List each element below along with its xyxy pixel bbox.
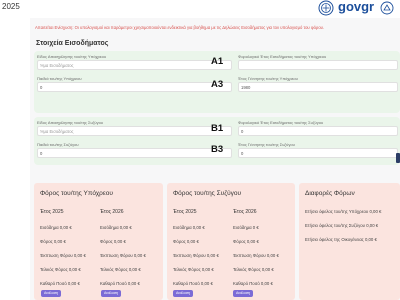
spouse-analysis-button-2025[interactable]: Ανάλυση [173, 290, 193, 297]
spouse-net-2025: Καθαρό Ποσό 0,00 € [173, 281, 213, 286]
spouse-discount-2026: Έκπτωση Φόρου 0,00 € [233, 253, 279, 258]
taxpayer-discount-2025: Έκπτωση Φόρου 0,00 € [40, 253, 86, 258]
spouse-birth-year-label: Έτος Γέννησης του/της Συζύγου [238, 142, 295, 147]
taxpayer-tax-year-label: Φορολογικό Έτος Εισοδήματος του/της Υπόχ… [238, 54, 327, 59]
taxpayer-children-value: 0 [40, 85, 43, 90]
top-bar: 2025 govgr [0, 0, 400, 18]
taxpayer-income-type-value: Ήμα Εισοδήματος [40, 63, 74, 68]
taxpayer-analysis-button-2026[interactable]: Ανάλυση [101, 290, 121, 297]
taxpayer-birth-year-label: Έτος Γέννησης του/της Υπόχρεου [238, 76, 298, 81]
taxpayer-annual-benefit: Ετήσιο όφελος του/της Υπόχρεου 0,00 € [305, 209, 382, 214]
main-content: Απαιτείται Ενίσχυση: Οι υπολογισμοί και … [30, 18, 400, 300]
spouse-income-type-label: Είδος Απασχόλησης του/της Συζύγου [37, 120, 103, 125]
govgr-logo: govgr [338, 0, 375, 14]
spouse-final-2026: Τελικός Φόρος 0,00 € [233, 267, 274, 272]
tag-a3: A3 [211, 79, 224, 90]
taxpayer-analysis-button-2025[interactable]: Ανάλυση [41, 290, 61, 297]
spouse-tax-card: Φόρος του/της Συζύγου Έτος 2025 Έτος 202… [167, 183, 295, 300]
coat-of-arms-icon [318, 0, 334, 16]
taxpayer-year1: Έτος 2025 [40, 209, 64, 215]
spouse-tax-year-input[interactable]: 0 [238, 126, 398, 136]
spouse-tax-card-title: Φόρος του/της Συζύγου [173, 190, 242, 197]
taxpayer-income-type-select[interactable]: Ήμα Εισοδήματος [37, 60, 232, 70]
spouse-analysis-button-2026[interactable]: Ανάλυση [233, 290, 253, 297]
spouse-children-input[interactable]: 0 [37, 148, 232, 158]
spouse-tax-2025: Φόρος 0,00 € [173, 239, 199, 244]
section-title: Στοιχεία Εισοδήματος [36, 40, 109, 47]
taxpayer-final-2025: Τελικός Φόρος 0,00 € [40, 267, 81, 272]
spouse-net-2026: Καθαρό Ποσό 0,00 € [233, 281, 273, 286]
spouse-year2: Έτος 2026 [233, 209, 257, 215]
taxpayer-tax-card-title: Φόρος του/της Υπόχρεου [40, 190, 113, 197]
taxpayer-income-type-label: Είδος Απασχόλησης του/της Υπόχρεου [37, 54, 107, 59]
spouse-tax-2026: Φόρος 0,00 € [233, 239, 259, 244]
spouse-birth-year-input[interactable]: 0 [238, 148, 398, 158]
taxpayer-children-input[interactable]: 0 [37, 82, 232, 92]
disclaimer-notice: Απαιτείται Ενίσχυση: Οι υπολογισμοί και … [35, 25, 325, 30]
spouse-income-2025: Εισόδημα 0,00 € [173, 225, 205, 230]
spouse-panel: Είδος Απασχόλησης του/της Συζύγου Ήμα Ει… [34, 117, 400, 165]
spouse-birth-year-value: 0 [241, 151, 244, 156]
tax-differences-card: Διαφορές Φόρων Ετήσιο όφελος του/της Υπό… [299, 183, 400, 300]
taxpayer-tax-year-input[interactable] [238, 60, 398, 70]
taxpayer-birth-year-value: 1980 [241, 85, 251, 90]
spouse-discount-2025: Έκπτωση Φόρου 0,00 € [173, 253, 219, 258]
spouse-tax-year-label: Φορολογικό Έτος Εισοδήματος του/της Συζύ… [238, 120, 324, 125]
spouse-income-type-select[interactable]: Ήμα Εισοδήματος [37, 126, 232, 136]
tag-b1: B1 [211, 123, 224, 134]
spouse-final-2025: Τελικός Φόρος 0,00 € [173, 267, 214, 272]
taxpayer-tax-card: Φόρος του/της Υπόχρεου Έτος 2025 Έτος 20… [34, 183, 163, 300]
tag-a1: A1 [211, 56, 224, 67]
taxpayer-panel: Είδος Απασχόλησης του/της Υπόχρεου Ήμα Ε… [34, 51, 400, 113]
spouse-year1: Έτος 2025 [173, 209, 197, 215]
spouse-tax-year-value: 0 [241, 129, 244, 134]
taxpayer-net-2025: Καθαρό Ποσό 0,00 € [40, 281, 80, 286]
taxpayer-tax-2025: Φόρος 0,00 € [40, 239, 66, 244]
taxpayer-birth-year-input[interactable]: 1980 [238, 82, 398, 92]
tag-b3: B3 [211, 144, 224, 155]
tax-differences-card-title: Διαφορές Φόρων [305, 190, 355, 197]
taxpayer-final-2026: Τελικός Φόρος 0,00 € [100, 267, 141, 272]
taxpayer-income-2025: Εισόδημα 0,00 € [40, 225, 72, 230]
header-year: 2025 [2, 2, 20, 11]
taxpayer-year2: Έτος 2026 [100, 209, 124, 215]
government-seal-icon [380, 1, 394, 15]
taxpayer-discount-2026: Έκπτωση Φόρου 0,00 € [100, 253, 146, 258]
side-toggle-button[interactable] [396, 153, 400, 163]
spouse-income-type-value: Ήμα Εισοδήματος [40, 129, 74, 134]
taxpayer-tax-2026: Φόρος 0,00 € [100, 239, 126, 244]
spouse-annual-benefit: Ετήσιο όφελος του/της Συζύγου 0,00 € [305, 223, 379, 228]
taxpayer-children-label: Παιδιά του/της Υπόχρεου [37, 76, 82, 81]
taxpayer-net-2026: Καθαρό Ποσό 0,00 € [100, 281, 140, 286]
family-annual-benefit: Ετήσιο όφελος της Οικογένειας 0,00 € [305, 237, 377, 242]
spouse-children-value: 0 [40, 151, 43, 156]
spouse-income-2026: Εισόδημα 0 € [233, 225, 259, 230]
taxpayer-income-2026: Εισόδημα 0,00 € [100, 225, 132, 230]
spouse-children-label: Παιδιά του/της Συζύγου [37, 142, 79, 147]
